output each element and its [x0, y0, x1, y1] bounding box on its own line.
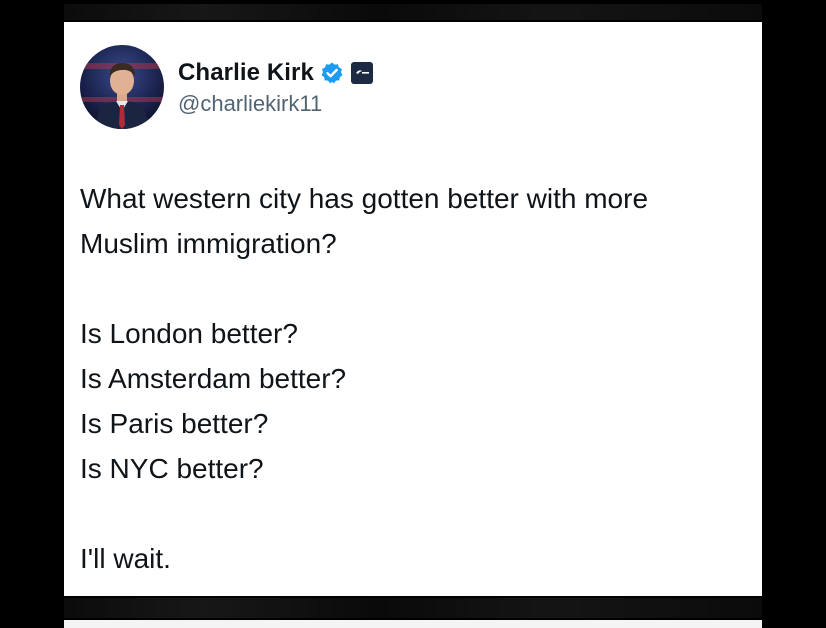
tweet-header: Charlie Kirk @charliekirk11 — [80, 44, 374, 130]
tweet-line: Is NYC better? — [80, 453, 264, 484]
avatar[interactable] — [80, 45, 164, 129]
author-handle[interactable]: @charliekirk11 — [178, 91, 374, 117]
bottom-blur-strip — [64, 598, 762, 618]
author-display-name[interactable]: Charlie Kirk — [178, 59, 314, 87]
tweet-text: What western city has gotten better with… — [80, 176, 750, 581]
tweet-line: Muslim immigration? — [80, 228, 337, 259]
verified-badge-icon — [320, 61, 344, 85]
tweet-line: I'll wait. — [80, 543, 171, 574]
top-blur-strip — [64, 4, 762, 20]
organization-badge-icon[interactable] — [350, 61, 374, 85]
screenshot-frame: Charlie Kirk @charliekirk11 What western… — [0, 0, 826, 628]
bottom-edge-bar — [64, 620, 762, 628]
author-info: Charlie Kirk @charliekirk11 — [178, 57, 374, 117]
tweet-line: What western city has gotten better with… — [80, 183, 649, 214]
tweet-line: Is Amsterdam better? — [80, 363, 347, 394]
name-row: Charlie Kirk — [178, 57, 374, 89]
tweet-line: Is London better? — [80, 318, 298, 349]
avatar-image — [80, 45, 164, 129]
tweet-card: Charlie Kirk @charliekirk11 What western… — [64, 22, 762, 596]
tweet-line: Is Paris better? — [80, 408, 269, 439]
